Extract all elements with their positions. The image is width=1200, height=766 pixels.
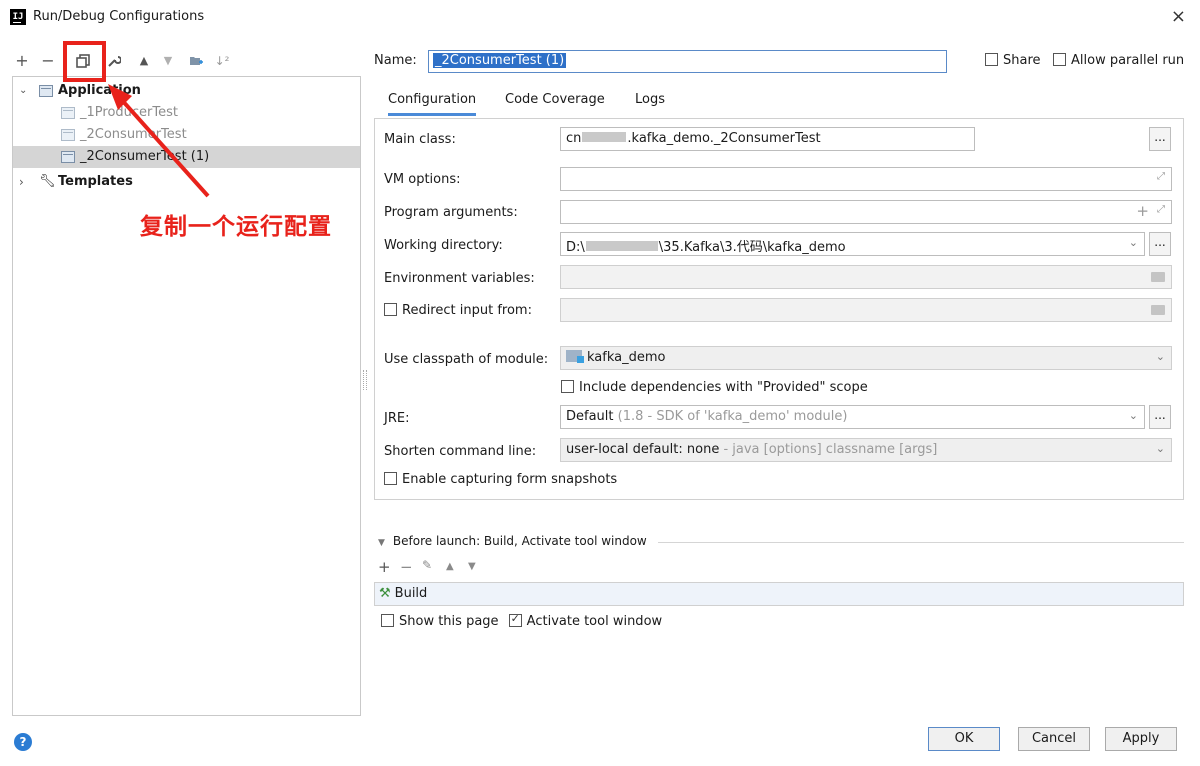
remove-task-button[interactable]: −: [400, 558, 413, 576]
vm-options-label: VM options:: [384, 172, 461, 187]
show-page-label: Show this page: [399, 614, 499, 629]
checkbox-box[interactable]: [381, 614, 394, 627]
include-dependencies-label: Include dependencies with "Provided" sco…: [579, 380, 868, 395]
panel-splitter[interactable]: [363, 370, 367, 390]
redacted-text: [582, 132, 627, 142]
browse-main-class-button[interactable]: ...: [1149, 127, 1171, 151]
add-macro-icon[interactable]: +: [1136, 202, 1149, 220]
redirect-input-label: Redirect input from:: [402, 303, 532, 318]
divider: [658, 542, 1184, 543]
working-directory-label: Working directory:: [384, 238, 503, 253]
chevron-down-icon[interactable]: ⌄: [1156, 350, 1165, 363]
edit-task-button[interactable]: ✎: [422, 558, 432, 572]
classpath-module-select[interactable]: kafka_demo ⌄: [560, 346, 1172, 370]
name-value: _2ConsumerTest (1): [433, 53, 567, 68]
annotation-text: 复制一个运行配置: [140, 214, 332, 240]
classpath-module-value: kafka_demo: [587, 350, 666, 365]
browse-working-dir-button[interactable]: ...: [1149, 232, 1171, 256]
move-task-down-button[interactable]: ▼: [468, 561, 476, 572]
chevron-down-icon[interactable]: ⌄: [1156, 442, 1165, 455]
before-launch-options: Show this page Activate tool window: [381, 612, 663, 629]
environment-variables-label: Environment variables:: [384, 271, 535, 286]
share-label: Share: [1003, 53, 1041, 68]
folder-icon[interactable]: [1151, 305, 1165, 315]
working-dir-suffix: \35.Kafka\3.代码\kafka_demo: [658, 240, 846, 255]
annotation-arrow: [108, 84, 210, 198]
chevron-down-icon[interactable]: ⌄: [1129, 409, 1138, 422]
checkbox-box[interactable]: [561, 380, 574, 393]
environment-variables-field[interactable]: [560, 265, 1172, 289]
expand-icon[interactable]: ⤢: [1157, 171, 1165, 182]
chevron-down-icon[interactable]: ▼: [378, 538, 385, 548]
name-label: Name:: [374, 53, 417, 68]
checkbox-box[interactable]: [1053, 53, 1066, 66]
hammer-icon: ⚒︎: [379, 586, 391, 601]
chevron-down-icon[interactable]: ⌄: [1129, 236, 1138, 249]
main-class-suffix: .kafka_demo._2ConsumerTest: [627, 131, 821, 146]
redirect-input-field[interactable]: [560, 298, 1172, 322]
activate-tool-window-label: Activate tool window: [526, 614, 663, 629]
vm-options-field[interactable]: ⤢: [560, 167, 1172, 191]
tab-logs[interactable]: Logs: [635, 88, 665, 116]
shorten-hint: - java [options] classname [args]: [719, 442, 938, 457]
config-tabs: Configuration Code Coverage Logs: [374, 88, 1184, 118]
cancel-button[interactable]: Cancel: [1018, 727, 1090, 751]
before-launch-header[interactable]: ▼ Before launch: Build, Activate tool win…: [378, 534, 647, 548]
allow-parallel-label: Allow parallel run: [1071, 53, 1185, 68]
redacted-text: [585, 241, 658, 251]
include-dependencies-checkbox[interactable]: Include dependencies with "Provided" sco…: [561, 380, 868, 395]
checkbox-box[interactable]: [384, 472, 397, 485]
shorten-value: user-local default: none: [566, 442, 720, 457]
move-task-up-button[interactable]: ▲: [446, 561, 454, 572]
apply-button[interactable]: Apply: [1105, 727, 1177, 751]
jre-hint: (1.8 - SDK of 'kafka_demo' module): [613, 409, 848, 424]
working-dir-prefix: D:\: [566, 240, 585, 255]
task-label: Build: [394, 586, 428, 601]
redirect-input-checkbox[interactable]: Redirect input from:: [384, 303, 532, 318]
shorten-command-line-select[interactable]: user-local default: none - java [options…: [560, 438, 1172, 462]
jre-label: JRE:: [384, 411, 410, 426]
working-directory-field[interactable]: D:\ \35.Kafka\3.代码\kafka_demo ⌄: [560, 232, 1145, 256]
add-task-button[interactable]: +: [378, 558, 391, 576]
help-icon[interactable]: ?: [14, 733, 32, 751]
checkbox-box[interactable]: [384, 303, 397, 316]
allow-parallel-checkbox[interactable]: Allow parallel run: [1053, 53, 1184, 68]
shorten-command-line-label: Shorten command line:: [384, 444, 537, 459]
share-checkbox[interactable]: Share: [985, 53, 1041, 68]
main-class-label: Main class:: [384, 132, 456, 147]
classpath-module-label: Use classpath of module:: [384, 352, 549, 367]
capture-snapshots-label: Enable capturing form snapshots: [402, 472, 618, 487]
show-page-checkbox[interactable]: Show this page: [381, 614, 499, 629]
main-class-field[interactable]: cn .kafka_demo._2ConsumerTest: [560, 127, 975, 151]
program-arguments-label: Program arguments:: [384, 205, 518, 220]
module-icon: [566, 350, 584, 363]
ok-button[interactable]: OK: [928, 727, 1000, 751]
checkbox-box[interactable]: [985, 53, 998, 66]
close-icon[interactable]: ×: [1171, 6, 1186, 27]
before-launch-title: Before launch: Build, Activate tool wind…: [392, 534, 647, 548]
tab-configuration[interactable]: Configuration: [388, 88, 477, 116]
jre-value: Default: [566, 409, 614, 424]
jre-select[interactable]: Default (1.8 - SDK of 'kafka_demo' modul…: [560, 405, 1145, 429]
before-launch-task-list[interactable]: ⚒︎ Build: [374, 582, 1184, 606]
activate-tool-window-checkbox[interactable]: Activate tool window: [508, 612, 663, 629]
main-class-prefix: cn: [566, 131, 582, 146]
checkbox-box-checked[interactable]: [508, 612, 522, 627]
program-arguments-field[interactable]: + ⤢: [560, 200, 1172, 224]
name-field[interactable]: _2ConsumerTest (1): [428, 50, 947, 73]
capture-snapshots-checkbox[interactable]: Enable capturing form snapshots: [384, 472, 617, 487]
folder-icon[interactable]: [1151, 272, 1165, 282]
task-list-item[interactable]: ⚒︎ Build: [379, 586, 427, 601]
browse-jre-button[interactable]: ...: [1149, 405, 1171, 429]
tab-code-coverage[interactable]: Code Coverage: [505, 88, 605, 116]
expand-icon[interactable]: ⤢: [1157, 204, 1165, 215]
